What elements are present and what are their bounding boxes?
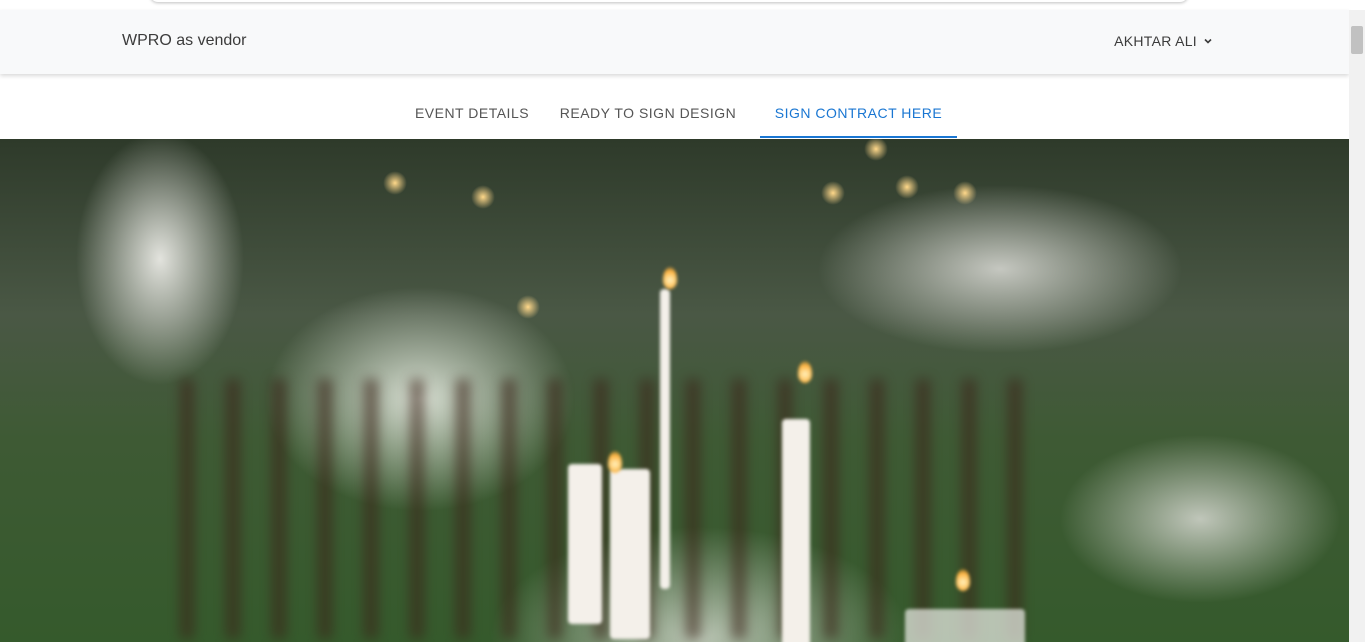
light-glow <box>471 185 495 209</box>
candle-holder <box>905 609 1025 642</box>
tab-bar: EVENT DETAILS READY TO SIGN DESIGN SIGN … <box>0 76 1349 138</box>
candle <box>660 289 670 589</box>
page-scrollbar[interactable] <box>1349 10 1365 642</box>
light-glow <box>383 171 407 195</box>
light-glow <box>821 181 845 205</box>
flame <box>798 361 812 383</box>
tab-event-details[interactable]: EVENT DETAILS <box>409 76 535 138</box>
brand-title[interactable]: WPRO as vendor <box>122 32 246 50</box>
chevron-down-icon <box>1204 38 1212 44</box>
candle <box>568 464 602 624</box>
flame <box>663 267 677 289</box>
top-navbar: WPRO as vendor AKHTAR ALI <box>0 10 1349 74</box>
tab-ready-to-sign-design[interactable]: READY TO SIGN DESIGN <box>554 76 742 138</box>
user-menu[interactable]: AKHTAR ALI <box>1114 33 1213 49</box>
candle <box>782 419 810 642</box>
light-glow <box>516 295 540 319</box>
hero-banner-image <box>0 139 1349 642</box>
light-glow <box>864 139 888 161</box>
tab-sign-contract-here[interactable]: SIGN CONTRACT HERE <box>760 76 957 138</box>
flame <box>608 451 622 473</box>
scrollbar-thumb[interactable] <box>1351 26 1363 54</box>
light-glow <box>953 181 977 205</box>
flame <box>956 569 970 591</box>
top-strip <box>0 0 1349 10</box>
light-glow <box>895 175 919 199</box>
user-name: AKHTAR ALI <box>1114 33 1197 49</box>
candle <box>610 469 650 639</box>
search-bar-edge <box>150 0 1188 2</box>
